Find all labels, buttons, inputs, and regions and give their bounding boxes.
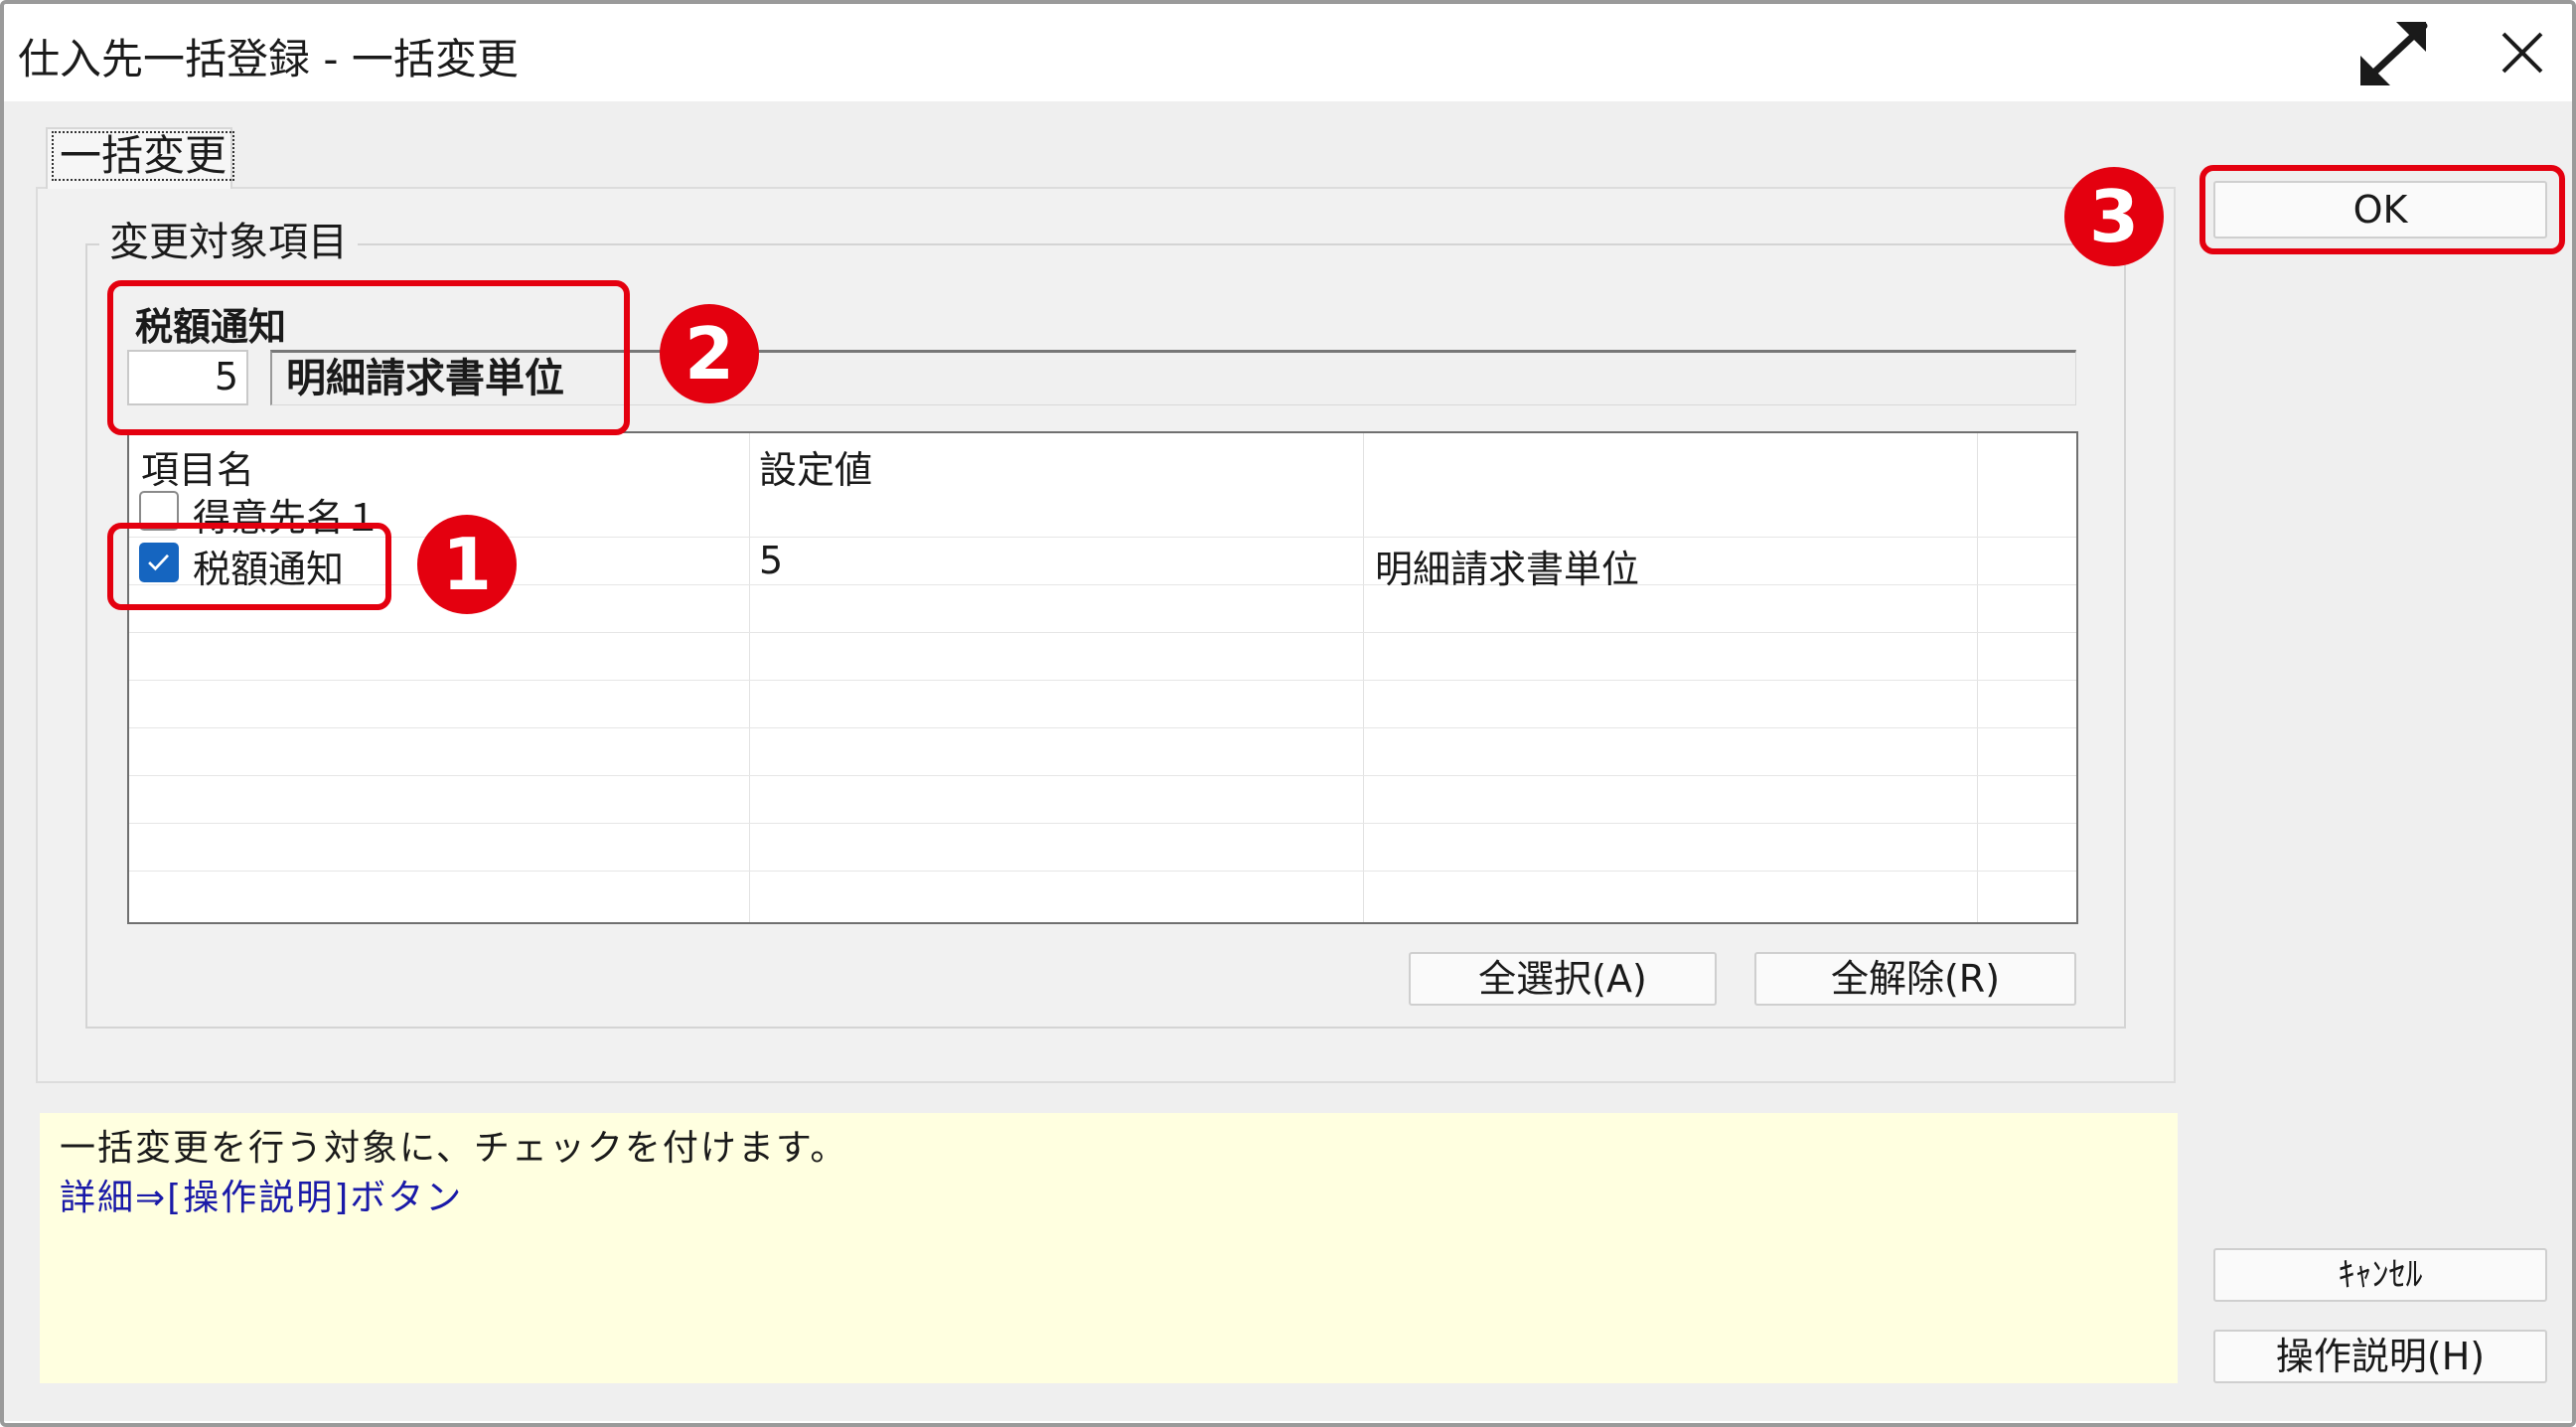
window-frame xyxy=(0,0,2576,1427)
